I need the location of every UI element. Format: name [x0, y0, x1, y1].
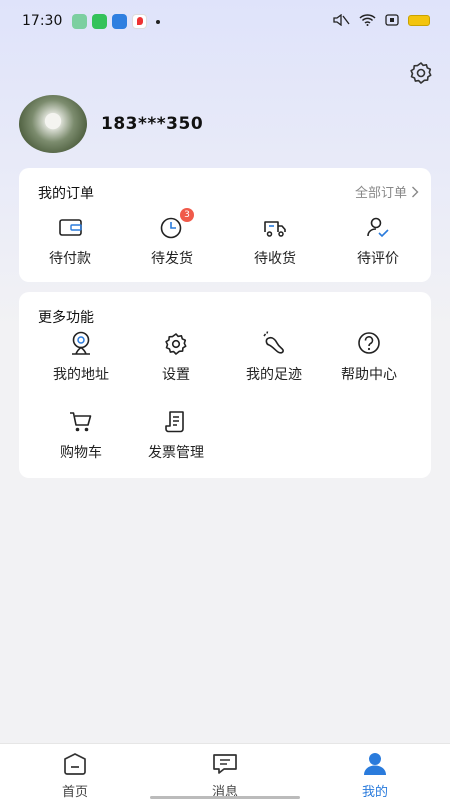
order-pending-receipt-label: 待收货: [254, 251, 296, 267]
my-address-label: 我的地址: [53, 367, 109, 383]
gear-icon: [410, 62, 432, 84]
wifi-icon: [359, 14, 376, 26]
avatar[interactable]: [19, 95, 87, 153]
cloud-app-icon: [112, 14, 127, 29]
more-functions-title: 更多功能: [38, 310, 94, 326]
chevron-right-icon: [412, 186, 419, 197]
orders-title: 我的订单: [38, 186, 94, 202]
mute-icon: [333, 14, 350, 26]
help-center-label: 帮助中心: [341, 367, 397, 383]
status-time: 17:30: [22, 13, 63, 29]
order-pending-payment-label: 待付款: [49, 251, 91, 267]
all-orders-label: 全部订单: [354, 186, 407, 201]
order-pending-payment[interactable]: 待付款: [20, 214, 120, 274]
tab-home-label: 首页: [61, 785, 88, 800]
order-pending-review[interactable]: 待评价: [328, 214, 428, 274]
my-footprint-button[interactable]: 我的足迹: [224, 330, 324, 390]
pending-shipment-badge: 3: [180, 208, 194, 222]
my-footprint-label: 我的足迹: [246, 367, 302, 383]
status-notification-icons: [72, 14, 160, 29]
more-functions-card: 更多功能 我的地址 设置 我的足迹 帮助中心 购物车 发票管理: [19, 292, 431, 478]
bottom-tab-bar: 首页 消息 我的: [0, 743, 450, 800]
settings-button[interactable]: 设置: [126, 330, 226, 390]
invoice-management-label: 发票管理: [148, 445, 204, 461]
user-check-icon: [367, 217, 389, 238]
chat-app-icon: [92, 14, 107, 29]
shopping-cart-label: 购物车: [60, 445, 102, 461]
invoice-management-button[interactable]: 发票管理: [126, 408, 226, 468]
truck-icon: [264, 221, 286, 237]
orders-card: 我的订单 全部订单 待付款 3 待发货 待收货 待评价: [19, 168, 431, 282]
home-indicator: [150, 796, 300, 799]
home-icon: [64, 753, 86, 775]
profile-icon: [364, 753, 386, 775]
username: 183***350: [101, 114, 204, 134]
footprint-icon: [263, 331, 284, 354]
help-center-button[interactable]: 帮助中心: [319, 330, 419, 390]
location-icon: [72, 331, 90, 355]
wallet-icon: [59, 219, 82, 236]
all-orders-link[interactable]: 全部订单: [355, 182, 419, 201]
tab-messages[interactable]: 消息: [185, 751, 265, 800]
more-notifications-dot: [156, 19, 160, 24]
battery-icon: [408, 14, 430, 26]
invoice-icon: [165, 411, 184, 433]
order-pending-shipment[interactable]: 3 待发货: [122, 208, 222, 274]
sim-icon: [385, 14, 399, 26]
status-bar: 17:30: [0, 0, 450, 44]
order-pending-shipment-label: 待发货: [151, 251, 193, 267]
map-app-icon: [132, 14, 147, 29]
order-pending-review-label: 待评价: [357, 251, 399, 267]
help-icon: [358, 332, 380, 354]
download-app-icon: [72, 14, 87, 29]
gear-icon: [165, 333, 187, 355]
tab-profile-label: 我的: [361, 785, 388, 800]
cart-icon: [70, 412, 92, 432]
shopping-cart-button[interactable]: 购物车: [31, 408, 131, 468]
order-pending-receipt[interactable]: 待收货: [225, 214, 325, 274]
tab-home[interactable]: 首页: [35, 751, 115, 800]
settings-gear-button[interactable]: [408, 60, 434, 86]
message-icon: [213, 754, 237, 774]
status-system-icons: [332, 14, 430, 26]
settings-label: 设置: [162, 367, 190, 383]
my-address-button[interactable]: 我的地址: [31, 330, 131, 390]
tab-profile[interactable]: 我的: [335, 751, 415, 800]
